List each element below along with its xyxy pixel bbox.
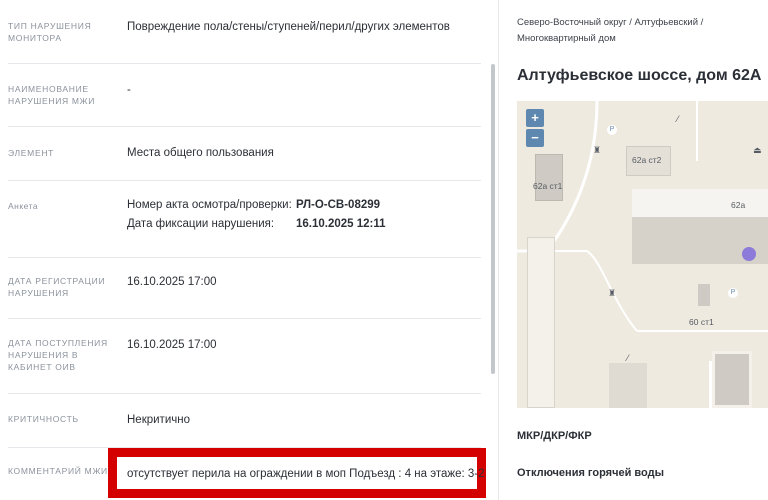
field-survey: Анкета Номер акта осмотра/проверки: РЛ-О…	[8, 181, 481, 258]
location-panel: Северо-Восточный округ / Алтуфьевский / …	[499, 0, 768, 500]
field-label: КРИТИЧНОСТЬ	[8, 414, 79, 424]
parking-icon: P	[607, 125, 617, 135]
field-label: ДАТА ПОСТУПЛЕНИЯ НАРУШЕНИЯ В КАБИНЕТ ОИВ	[8, 338, 108, 372]
label-60-st1: 60 ст1	[689, 317, 714, 327]
survey-fix-date: Дата фиксации нарушения: 16.10.2025 12:1…	[127, 217, 481, 236]
field-label: ТИП НАРУШЕНИЯ МОНИТОРА	[8, 21, 92, 43]
map-marker-icon: ♜	[593, 145, 602, 155]
fix-date-value: 16.10.2025 12:11	[296, 218, 386, 230]
field-value: Места общего пользования	[127, 147, 274, 159]
field-value: Некритично	[127, 414, 190, 426]
field-label: ЭЛЕМЕНТ	[8, 148, 55, 158]
zoom-out-icon[interactable]: −	[526, 129, 544, 147]
act-number-key: Номер акта осмотра/проверки:	[127, 199, 292, 211]
field-registration-date: ДАТА РЕГИСТРАЦИИ НАРУШЕНИЯ 16.10.2025 17…	[8, 258, 481, 319]
map-marker-icon: ⁄	[627, 353, 629, 363]
field-violation-type: ТИП НАРУШЕНИЯ МОНИТОРА Повреждение пола/…	[8, 0, 481, 64]
scrollbar[interactable]	[491, 64, 495, 374]
parking-icon: P	[728, 288, 738, 298]
map-marker-icon: ⏏	[753, 145, 762, 155]
building-60-st1[interactable]	[698, 284, 710, 306]
building-south-west	[609, 363, 647, 408]
map[interactable]: 62а ст1 62а ст2 62а 60 ст1 P P ♜ ♜ ⏏ ⁄ ⁄…	[517, 101, 768, 408]
field-label: ДАТА РЕГИСТРАЦИИ НАРУШЕНИЯ	[8, 276, 106, 298]
comment-highlight-box: отсутствует перила на ограждении в моп П…	[108, 448, 486, 498]
field-value: 16.10.2025 17:00	[127, 339, 217, 351]
act-number-value[interactable]: РЛ-О-СВ-08299	[296, 198, 380, 217]
violation-details-panel: ТИП НАРУШЕНИЯ МОНИТОРА Повреждение пола/…	[0, 0, 498, 500]
field-element: ЭЛЕМЕНТ Места общего пользования	[8, 127, 481, 181]
field-value: -	[127, 84, 131, 96]
field-violation-name: НАИМЕНОВАНИЕ НАРУШЕНИЯ МЖИ -	[8, 64, 481, 127]
survey-act-number: Номер акта осмотра/проверки: РЛ-О-СВ-082…	[127, 198, 481, 217]
field-label: Анкета	[8, 201, 39, 211]
field-criticality: КРИТИЧНОСТЬ Некритично	[8, 394, 481, 448]
fix-date-key: Дата фиксации нарушения:	[127, 218, 275, 230]
comment-value: отсутствует перила на ограждении в моп П…	[127, 468, 485, 480]
field-value: Повреждение пола/стены/ступеней/перил/др…	[127, 21, 450, 33]
location-marker[interactable]	[742, 247, 756, 261]
map-marker-icon: ♜	[608, 288, 617, 298]
section-title: МКР/ДКР/ФКР	[517, 430, 592, 442]
zoom-in-icon[interactable]: +	[526, 109, 544, 127]
label-62a-st1: 62а ст1	[533, 181, 563, 191]
label-62a: 62а	[731, 200, 746, 210]
building-south	[712, 351, 752, 408]
breadcrumb[interactable]: Северо-Восточный округ / Алтуфьевский / …	[517, 15, 757, 47]
field-value: 16.10.2025 17:00	[127, 276, 217, 288]
field-label: НАИМЕНОВАНИЕ НАРУШЕНИЯ МЖИ	[8, 84, 96, 106]
map-marker-icon: ⁄	[677, 114, 679, 124]
survey-values: Номер акта осмотра/проверки: РЛ-О-СВ-082…	[127, 198, 481, 236]
section-subtitle: Отключения горячей воды	[517, 467, 664, 479]
building-west	[527, 237, 555, 408]
field-receipt-date: ДАТА ПОСТУПЛЕНИЯ НАРУШЕНИЯ В КАБИНЕТ ОИВ…	[8, 319, 481, 394]
field-label: КОММЕНТАРИЙ МЖИ	[8, 466, 108, 476]
building-62a-st1[interactable]	[535, 154, 563, 201]
address-title: Алтуфьевское шоссе, дом 62А	[517, 67, 762, 84]
label-62a-st2: 62а ст2	[632, 155, 662, 165]
